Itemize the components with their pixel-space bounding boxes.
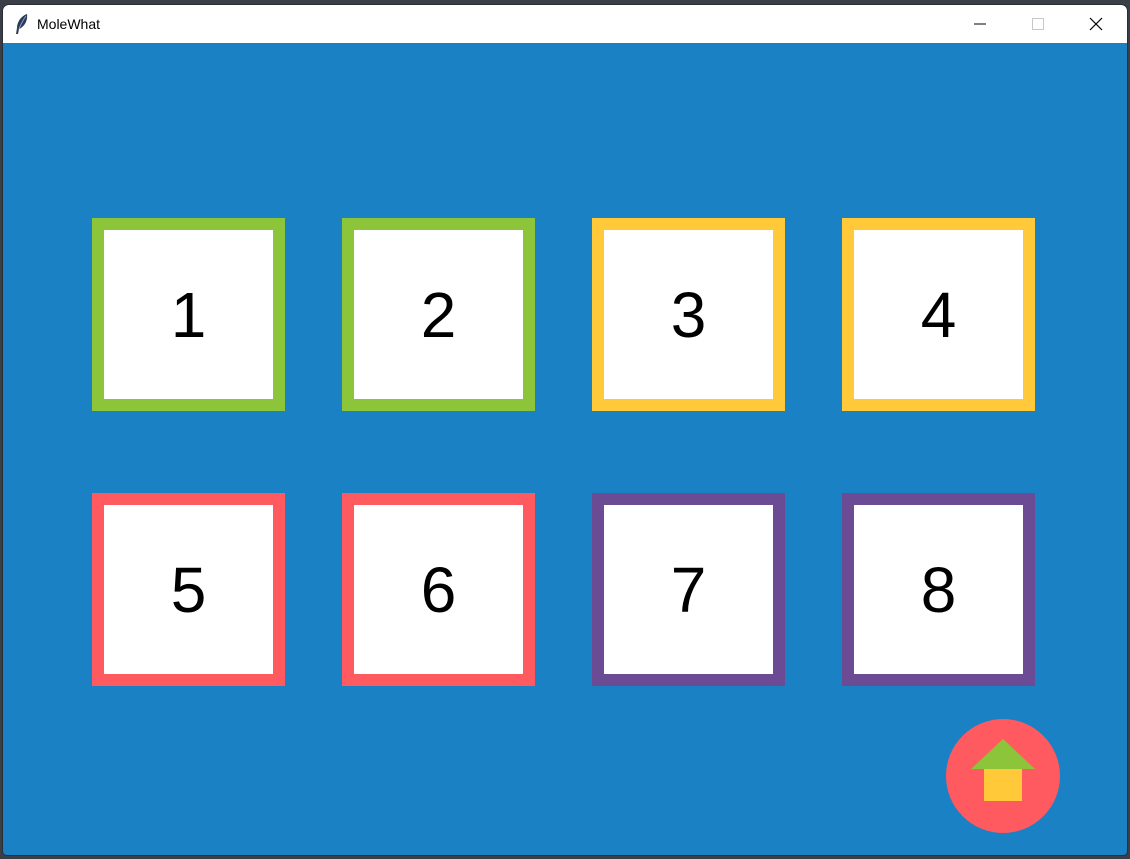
tile-3[interactable]: 3 [592, 218, 785, 411]
game-board: 1 2 3 4 5 6 7 8 [3, 43, 1127, 855]
app-window: MoleWhat 1 2 3 4 5 6 7 8 [3, 5, 1127, 855]
tile-label: 3 [670, 278, 707, 351]
tile-2[interactable]: 2 [342, 218, 535, 411]
minimize-icon [974, 23, 986, 25]
tile-8[interactable]: 8 [842, 493, 1035, 686]
tile-label: 6 [420, 553, 457, 626]
close-icon [1089, 17, 1103, 31]
tile-label: 5 [170, 553, 207, 626]
home-icon [971, 739, 1035, 801]
tile-1[interactable]: 1 [92, 218, 285, 411]
home-button[interactable] [946, 719, 1060, 833]
tile-label: 4 [920, 278, 957, 351]
tile-7[interactable]: 7 [592, 493, 785, 686]
window-title: MoleWhat [37, 16, 101, 32]
tile-label: 8 [920, 553, 957, 626]
maximize-icon [1032, 18, 1044, 30]
tile-5[interactable]: 5 [92, 493, 285, 686]
tile-label: 7 [670, 553, 707, 626]
tile-4[interactable]: 4 [842, 218, 1035, 411]
tile-6[interactable]: 6 [342, 493, 535, 686]
minimize-button[interactable] [951, 5, 1009, 43]
feather-icon [16, 14, 28, 34]
maximize-button[interactable] [1009, 5, 1067, 43]
tile-label: 1 [170, 278, 207, 351]
close-button[interactable] [1067, 5, 1125, 43]
title-bar[interactable]: MoleWhat [3, 5, 1127, 43]
tile-label: 2 [420, 278, 457, 351]
